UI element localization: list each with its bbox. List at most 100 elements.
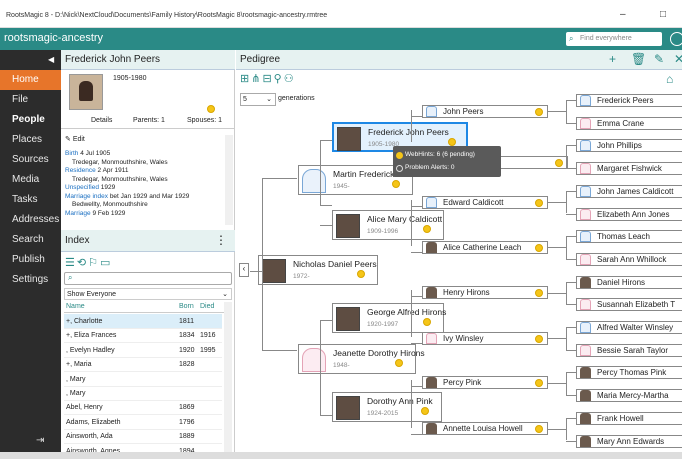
webhint-icon[interactable] [357,270,365,278]
facts-scrollbar[interactable] [225,135,233,225]
nav-people[interactable]: People [0,110,61,130]
col-name[interactable]: Name [66,303,85,310]
nav-settings[interactable]: Settings [0,270,61,290]
fact-row[interactable]: Residence 2 Apr 1911 [65,167,225,176]
fact-row[interactable]: Marriage 9 Feb 1929 [65,210,225,219]
fact-row[interactable]: Unspecified 1929 [65,184,225,193]
index-row[interactable]: , Evelyn Hadley 1920 1995 [64,343,222,358]
webhint-icon[interactable] [535,379,543,387]
webhint-icon[interactable] [555,159,563,167]
collapse-tree-button[interactable]: ‹ [239,263,249,277]
person-view-icon[interactable]: ⚲ [274,73,284,85]
tab-details[interactable]: Details [91,117,112,124]
person-card[interactable]: Emma Crane [576,116,682,130]
person-card-mgm[interactable]: Dorothy Ann Pink 1924-2015 [332,392,442,422]
tab-parents[interactable]: Parents: 1 [133,117,165,124]
collapse-sidebar-icon[interactable]: ◀ [48,55,54,64]
home-icon[interactable]: ⌂ [666,72,673,86]
index-row[interactable]: Adams, Elizabeth 1796 [64,415,222,430]
descendants-view-icon[interactable]: ⊟ [262,73,273,85]
person-card[interactable]: John James Caldicott [576,184,682,198]
close-icon[interactable]: ✕ [674,52,682,66]
edit-button[interactable]: ✎ Edit [65,135,85,143]
webhint-icon[interactable] [423,318,431,326]
person-card[interactable]: Maria Mercy-Martha [576,389,682,403]
info-icon[interactable] [670,32,682,46]
fact-row[interactable]: Tredegar, Monmouthshire, Wales [65,176,225,185]
person-card[interactable]: Alfred Walter Winsley [576,321,682,334]
history-icon[interactable]: ⟲ [77,257,88,269]
fact-row[interactable]: Tredegar, Monmouthshire, Wales [65,159,225,168]
webhint-icon[interactable] [207,105,215,113]
pedigree-view-icon[interactable]: ⊞ [240,73,251,85]
nav-file[interactable]: File [0,90,61,110]
fact-row[interactable]: Marriage index bet Jan 1929 and Mar 1929 [65,193,225,202]
webhint-icon[interactable] [535,425,543,433]
person-card[interactable]: Elizabeth Ann Jones [576,207,682,221]
nav-tasks[interactable]: Tasks [0,190,61,210]
people-view-icon[interactable]: ⚇ [284,73,296,85]
person-card-mother[interactable]: Jeanette Dorothy Hirons 1948- [298,344,425,374]
nav-media[interactable]: Media [0,170,61,190]
tab-spouses[interactable]: Spouses: 1 [187,117,222,124]
group-icon[interactable]: ▭ [100,257,112,269]
webhint-icon[interactable] [535,199,543,207]
webhint-icon[interactable] [423,225,431,233]
person-card[interactable]: Percy Pink [422,376,548,389]
col-died[interactable]: Died [200,303,214,310]
person-card-mgf[interactable]: George Alfred Hirons 1920-1997 [332,303,446,333]
person-card[interactable]: John Phillips [576,139,682,153]
index-row[interactable]: +, Charlotte 1811 [64,314,222,329]
index-scrollbar[interactable] [224,302,232,459]
webhint-icon[interactable] [535,244,543,252]
webhint-icon[interactable] [392,180,400,188]
nav-places[interactable]: Places [0,130,61,150]
person-card[interactable]: Henry Hirons [422,286,548,299]
fact-row[interactable]: Birth 4 Jul 1905 [65,150,225,159]
person-card[interactable]: Percy Thomas Pink [576,366,682,380]
person-card[interactable]: Alice Catherine Leach [422,241,548,254]
person-card[interactable]: Thomas Leach [576,230,682,244]
index-row[interactable]: , Mary [64,386,222,401]
person-card[interactable]: Edward Caldicott [422,196,548,209]
person-photo[interactable] [69,74,103,110]
person-card[interactable]: Ivy Winsley [422,332,548,345]
list-icon[interactable]: ☰ [65,257,77,269]
person-card[interactable]: Sarah Ann Whillock [576,252,682,266]
index-row[interactable]: +, Eliza Frances 1834 1916 [64,328,222,344]
webhint-icon[interactable] [535,335,543,343]
webhint-icon[interactable] [535,289,543,297]
fact-row[interactable]: Bedwellty, Monmouthshire [65,201,225,210]
index-row[interactable]: Abel, Henry 1869 [64,400,222,416]
index-search-input[interactable]: ⌕ [64,272,232,285]
generations-select[interactable]: 5 ⌄ [240,93,276,106]
maximize-button[interactable]: □ [660,9,666,20]
person-card[interactable]: Mary Ann Edwards [576,434,682,448]
minimize-button[interactable]: – [620,9,626,20]
add-icon[interactable]: + [609,52,616,66]
person-card[interactable]: Margaret Fishwick [576,162,682,176]
exit-icon[interactable]: ⇥ [36,435,44,446]
person-card[interactable]: Bessie Sarah Taylor [576,343,682,357]
webhint-icon[interactable] [448,138,456,146]
family-view-icon[interactable]: ⋔ [251,73,262,85]
person-card[interactable]: John Peers [422,105,548,118]
person-card[interactable]: Annette Louisa Howell [422,422,548,435]
index-row[interactable]: Ainsworth, Ada 1889 [64,429,222,445]
index-row[interactable]: +, Maria 1828 [64,357,222,373]
edit-icon[interactable]: ✎ [654,52,664,66]
person-card[interactable]: Frederick Peers [576,94,682,107]
more-menu-icon[interactable]: ⋮ [215,233,227,247]
nav-publish[interactable]: Publish [0,250,61,270]
bookmark-icon[interactable]: ⚐ [88,257,100,269]
webhint-icon[interactable] [421,407,429,415]
nav-sources[interactable]: Sources [0,150,61,170]
delete-icon[interactable]: 🗑 [631,52,646,66]
nav-search[interactable]: Search [0,230,61,250]
webhint-icon[interactable] [395,359,403,367]
person-card-root[interactable]: Nicholas Daniel Peers 1972- [258,255,378,285]
person-card[interactable]: Daniel Hirons [576,275,682,289]
index-row[interactable]: , Mary [64,372,222,387]
person-card[interactable]: Frank Howell [576,411,682,425]
webhint-icon[interactable] [535,108,543,116]
